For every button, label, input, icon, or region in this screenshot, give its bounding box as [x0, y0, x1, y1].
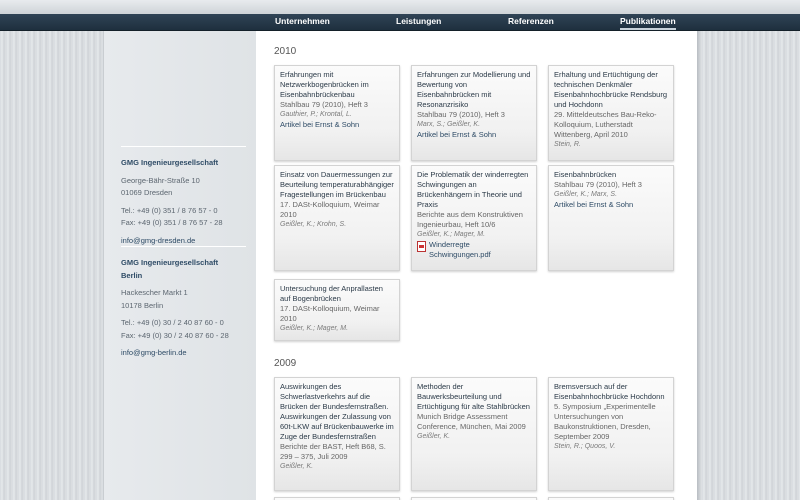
office-city: 10178 Berlin [121, 300, 164, 310]
publication-source: 29. Mitteldeutsches Bau-Reko-Kolloquium,… [554, 110, 657, 139]
publication-source: 17. DASt-Kolloquium, Weimar 2010 [280, 200, 380, 219]
publication-card: Auswirkungen des Schwerlastverkehrs auf … [274, 377, 400, 491]
publication-source: Stahlbau 79 (2010), Heft 3 [554, 180, 642, 189]
office-fax: Fax: +49 (0) 351 / 8 76 57 - 28 [121, 218, 223, 227]
sidebar-divider [121, 246, 246, 247]
publication-title: Die Problematik der winderregten Schwing… [417, 170, 529, 209]
publisher-article-link[interactable]: Artikel bei Ernst & Sohn [417, 130, 531, 140]
nav-referenzen[interactable]: Referenzen [508, 16, 554, 30]
publication-title: Erfahrungen mit Netzwerkbogenbrücken im … [280, 70, 369, 99]
office-phone: Tel.: +49 (0) 30 / 2 40 87 60 - 0 [121, 318, 224, 327]
publication-title: Eisenbahnbrücken [554, 170, 617, 179]
publication-authors: Geißler, K.; Mager, M. [417, 231, 486, 238]
publication-source: Stahlbau 79 (2010), Heft 3 [280, 100, 368, 109]
publication-authors: Geißler, K.; Krohn, S. [280, 221, 347, 228]
publication-title: Einsatz von Dauermessungen zur Beurteilu… [280, 170, 394, 199]
main-navigation: Unternehmen Leistungen Referenzen Publik… [0, 14, 800, 31]
publication-authors: Geißler, K.; Mager, M. [280, 325, 349, 332]
publication-authors: Marx, S.; Geißler, K. [417, 121, 481, 128]
office-city: 01069 Dresden [121, 188, 173, 197]
publication-authors: Geißler, K. [280, 463, 314, 470]
office-street: Hackescher Markt 1 [121, 288, 188, 297]
publication-card: Methoden der Bauwerksbeurteilung und Ert… [411, 377, 537, 491]
publication-card: Erfahrungen mit Netzwerkbogenbrücken im … [274, 65, 400, 161]
office-name: GMG Ingenieurgesellschaft Berlin [121, 258, 219, 280]
publication-card: Eisenbahnbrücken Stahlbau 79 (2010), Hef… [548, 165, 674, 271]
publication-source: 5. Symposium „Experimentelle Untersuchun… [554, 402, 656, 441]
publication-card: Erhaltung und Ertüchtigung der technisch… [548, 65, 674, 161]
publication-authors: Gauthier, P.; Krontal, L. [280, 111, 352, 118]
publication-title: Erfahrungen zur Modellierung und Bewertu… [417, 70, 531, 109]
office-name: GMG Ingenieurgesellschaft [121, 158, 219, 167]
publication-title: Untersuchung der Anprallasten auf Bogenb… [280, 284, 383, 303]
publication-authors: Geißler, K.; Marx, S. [554, 191, 618, 198]
publication-card: Einsatz von Dauermessungen zur Beurteilu… [274, 165, 400, 271]
publication-card: Erfahrungen zur Modellierung und Bewertu… [411, 65, 537, 161]
pdf-download-link[interactable]: Winderregte Schwingungen.pdf [417, 240, 531, 260]
nav-leistungen[interactable]: Leistungen [396, 16, 441, 30]
publication-authors: Geißler, K. [417, 433, 451, 440]
content-edge-shadow [697, 31, 702, 500]
pdf-link-label[interactable]: Winderregte Schwingungen.pdf [429, 240, 531, 260]
office-berlin: GMG Ingenieurgesellschaft Berlin Hackesc… [121, 257, 241, 360]
nav-unternehmen[interactable]: Unternehmen [275, 16, 330, 30]
office-street: George-Bähr-Straße 10 [121, 175, 200, 185]
office-fax: Fax: +49 (0) 30 / 2 40 87 60 - 28 [121, 330, 229, 340]
publisher-article-link[interactable]: Artikel bei Ernst & Sohn [280, 120, 394, 130]
publication-card: Die Problematik der winderregten Schwing… [411, 165, 537, 271]
publication-title: Bremsversuch auf der Eisenbahnhochbrücke… [554, 382, 665, 401]
nav-publikationen[interactable]: Publikationen [620, 16, 676, 30]
top-background-strip [0, 0, 800, 14]
publication-title: Erhaltung und Ertüchtigung der technisch… [554, 70, 667, 109]
publisher-article-link[interactable]: Artikel bei Ernst & Sohn [554, 200, 668, 210]
publication-authors: Stein, R. [554, 141, 581, 148]
publication-source: Stahlbau 79 (2010), Heft 3 [417, 110, 505, 119]
publication-title: Auswirkungen des Schwerlastverkehrs auf … [280, 382, 394, 441]
publication-authors: Stein, R.; Quoos, V. [554, 443, 616, 450]
sidebar-divider [121, 146, 246, 147]
contact-sidebar: GMG Ingenieurgesellschaft George-Bähr-St… [103, 31, 256, 500]
publication-source: Berichte aus dem Konstruktiven Ingenieur… [417, 210, 523, 229]
publication-title: Methoden der Bauwerksbeurteilung und Ert… [417, 382, 530, 411]
office-email-link[interactable]: info@gmg-berlin.de [121, 347, 241, 360]
publication-source: Berichte der BAST, Heft B68, S. 299 – 37… [280, 442, 386, 461]
publications-content: 2010 Erfahrungen mit Netzwerkbogenbrücke… [256, 31, 697, 500]
publication-source: 17. DASt-Kolloquium, Weimar 2010 [280, 304, 380, 323]
publication-card: Untersuchung der Anprallasten auf Bogenb… [274, 279, 400, 341]
office-phone: Tel.: +49 (0) 351 / 8 76 57 - 0 [121, 205, 218, 215]
office-dresden: GMG Ingenieurgesellschaft George-Bähr-St… [121, 157, 241, 247]
publication-source: Munich Bridge Assessment Conference, Mün… [417, 412, 526, 431]
pdf-icon [417, 241, 426, 252]
year-heading-2010: 2010 [274, 46, 297, 57]
year-heading-2009: 2009 [274, 358, 297, 369]
publication-card: Bremsversuch auf der Eisenbahnhochbrücke… [548, 377, 674, 491]
